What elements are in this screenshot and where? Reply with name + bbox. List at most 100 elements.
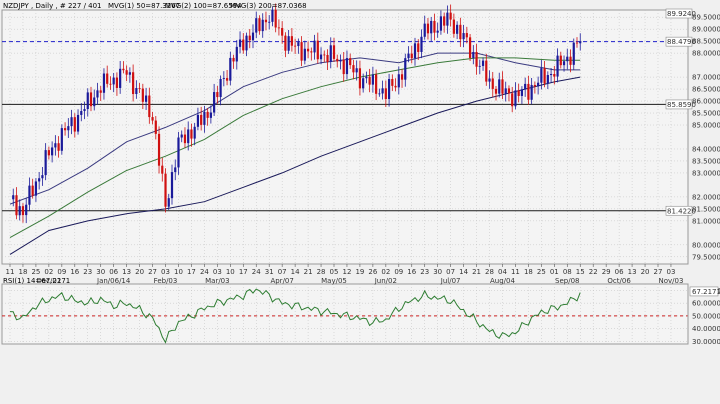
x-day-label: 21 (304, 268, 313, 276)
candle-body (404, 58, 407, 80)
y-tick-label: 89.0000 (692, 26, 720, 34)
candle-body (410, 53, 413, 59)
y-tick-label: 86.0000 (692, 98, 720, 106)
candle-body (481, 60, 485, 66)
x-day-label: 03 (213, 268, 222, 276)
candle-body (41, 175, 44, 179)
candle-body (245, 35, 248, 51)
candle-body (501, 79, 504, 94)
candle-body (566, 56, 569, 62)
x-day-label: 13 (628, 268, 637, 276)
candle-body (462, 33, 465, 40)
candle-body (89, 92, 93, 107)
candle-body (436, 30, 439, 33)
candle-body (397, 74, 400, 88)
x-month-label: Mar/03 (205, 277, 229, 285)
candle-body (174, 167, 177, 173)
y-tick-label: 81.5000 (692, 205, 720, 213)
candle-body (517, 90, 520, 96)
candle-body (132, 72, 135, 95)
candle-body (514, 90, 517, 107)
x-day-label: 03 (161, 268, 170, 276)
x-day-label: 23 (420, 268, 429, 276)
candle-body (235, 46, 238, 62)
candle-body (255, 18, 258, 33)
x-day-label: 01 (550, 268, 559, 276)
x-day-label: 03 (666, 268, 675, 276)
rsi-grid (1, 283, 689, 345)
candle-body (549, 73, 553, 76)
candle-body (443, 16, 446, 26)
x-day-label: 06 (615, 268, 624, 276)
candle-body (352, 65, 355, 73)
candle-body (430, 20, 433, 34)
candle-body (494, 88, 498, 94)
candle-body (73, 117, 76, 132)
candle-body (203, 111, 206, 125)
x-day-label: 13 (122, 268, 131, 276)
candle-body (60, 128, 63, 151)
candle-body (232, 57, 235, 62)
candle-body (345, 58, 349, 75)
candle-body (196, 114, 200, 127)
candle-body (556, 55, 559, 77)
candle-body (332, 45, 336, 59)
x-month-label: Nov/03 (658, 277, 683, 285)
candle-body (546, 75, 549, 84)
x-day-label: 21 (472, 268, 481, 276)
candle-body (216, 92, 219, 98)
x-month-label: Sep/08 (555, 277, 579, 285)
x-day-label: 31 (265, 268, 274, 276)
y-tick-label: 87.0000 (692, 74, 720, 82)
x-day-label: 25 (537, 268, 546, 276)
candle-body (112, 77, 115, 85)
candle-body (472, 51, 475, 58)
candle-body (200, 114, 203, 125)
candle-body (579, 41, 582, 44)
candle-body (355, 68, 358, 73)
candle-body (572, 42, 575, 65)
candle-body (183, 134, 187, 144)
level-label: 89.9240 (667, 10, 696, 18)
candle-body (362, 78, 365, 89)
x-month-label: Feb/03 (154, 277, 178, 285)
candle-body (193, 126, 196, 139)
candle-body (533, 84, 536, 87)
x-month-label: Jul/07 (440, 277, 461, 285)
x-day-label: 12 (342, 268, 351, 276)
candle-body (562, 61, 566, 66)
y-tick-label: 79.5000 (692, 253, 720, 261)
candle-body (229, 57, 232, 81)
x-month-label: Jun/02 (374, 277, 397, 285)
candle-body (511, 93, 514, 107)
x-day-label: 28 (485, 268, 494, 276)
candle-body (209, 112, 212, 118)
candle-body (310, 51, 313, 53)
candle-body (141, 88, 144, 102)
candle-body (151, 117, 154, 121)
main-panel (1, 9, 689, 265)
x-day-label: 27 (148, 268, 157, 276)
x-day-label: 16 (70, 268, 79, 276)
candle-body (323, 54, 326, 56)
x-day-label: 11 (6, 268, 15, 276)
x-day-label: 09 (394, 268, 403, 276)
y-tick-label: 80.0000 (692, 241, 720, 249)
candle-body (530, 84, 533, 100)
x-day-label: 30 (433, 268, 442, 276)
x-day-label: 25 (31, 268, 40, 276)
candle-body (488, 78, 491, 82)
x-day-label: 02 (44, 268, 53, 276)
candle-body (553, 73, 556, 77)
symbol-label: NZDJPY , Daily , # 227 / 401 (3, 2, 102, 10)
y-tick-label: 85.0000 (692, 122, 720, 130)
candle-body (400, 74, 404, 80)
candle-body (106, 73, 109, 84)
candle-body (63, 128, 67, 131)
candle-body (300, 42, 303, 61)
x-day-label: 29 (602, 268, 611, 276)
candle-body (25, 204, 28, 216)
x-day-label: 08 (563, 268, 572, 276)
candle (164, 168, 167, 213)
candle-body (381, 88, 384, 94)
